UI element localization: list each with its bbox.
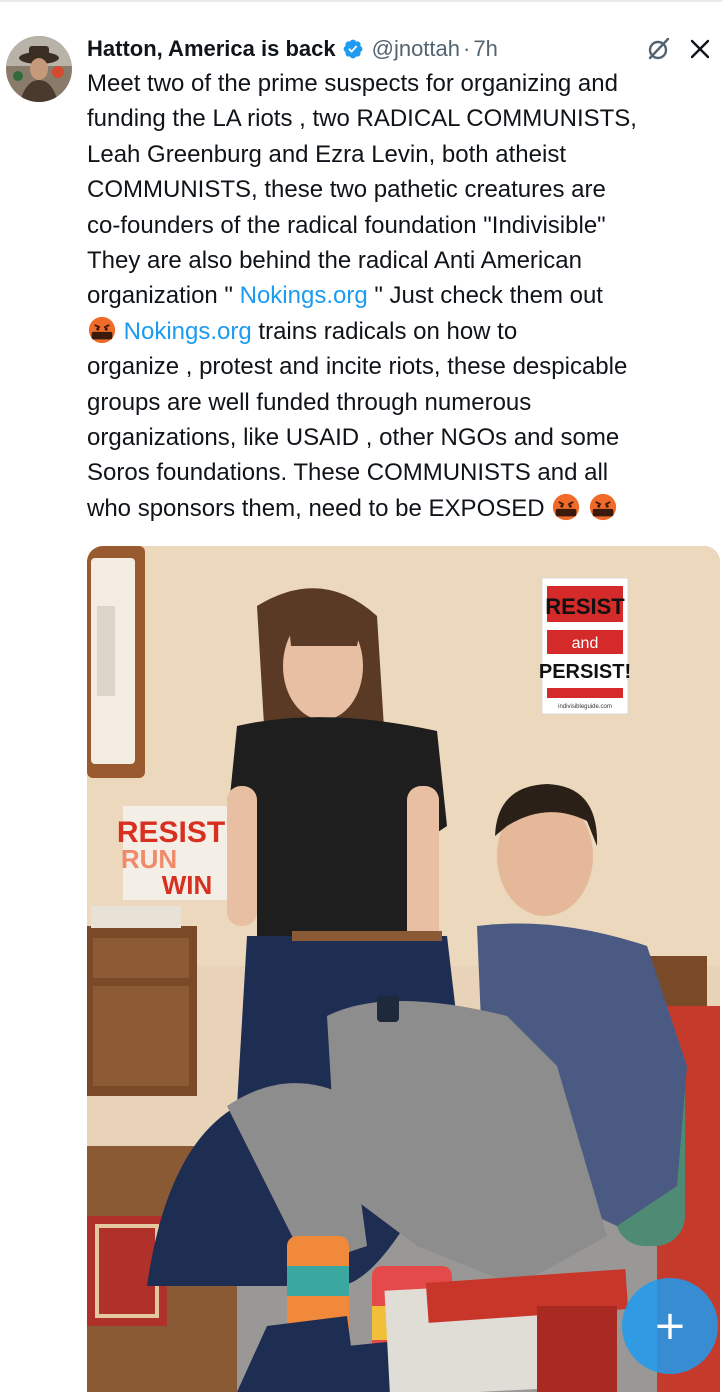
separator: · [463,36,471,61]
header-actions [646,36,712,62]
tweet-line: Leah Greenburg and Ezra Levin, both athe… [87,140,566,168]
tweet-header: Hatton, America is back @jnottah · 7h [87,34,712,64]
face-with-symbols-on-mouth-emoji [88,316,116,343]
tweet-line: Nokings.org trains radicals on how to [87,314,719,349]
handle-text: @jnottah [371,36,460,61]
timestamp[interactable]: 7h [473,36,497,61]
compose-plus-icon: + [653,1303,687,1349]
poster1-line3: PERSIST! [539,661,631,683]
photo-illustration: RESIST and PERSIST! indivisibleguide.com… [87,546,720,1392]
poster-resist-run-win: RESIST RUN WIN [117,806,237,900]
author-handle[interactable]: @jnottah · 7h [372,36,498,62]
poster-resist-and-persist: RESIST and PERSIST! indivisibleguide.com [539,577,631,715]
poster1-footer: indivisibleguide.com [558,704,612,710]
tweet-line: organizations, like USAID , other NGOs a… [87,423,620,451]
grok-icon[interactable] [646,36,672,62]
tweet-page: Hatton, America is back @jnottah · 7h Meet… [0,0,722,1392]
avatar[interactable] [6,36,72,102]
tweet-text-segment: " Just check them out [367,282,603,310]
tweet-text: Meet two of the prime suspects for organ… [87,66,719,526]
author-name[interactable]: Hatton, America is back [87,36,336,62]
poster2-line3: WIN [162,870,213,900]
close-icon[interactable] [688,37,712,61]
tweet-line: organization " Nokings.org " Just check … [87,278,719,313]
tweet-line: They are also behind the radical Anti Am… [87,246,582,274]
face-with-symbols-on-mouth-emoji [553,493,580,520]
tweet-line: Soros foundations. These COMMUNISTS and … [87,459,609,487]
tweet-text-segment: trains radicals on how to [251,317,518,345]
compose-button[interactable]: + [622,1278,718,1374]
tweet-line: COMMUNISTS, these two pathetic creatures… [87,176,606,204]
top-divider [0,0,722,2]
tweet-line: groups are well funded through numerous [87,388,532,416]
verified-badge-icon [343,39,363,59]
poster1-line2: and [572,635,599,652]
tweet-line: co-founders of the radical foundation "I… [87,211,606,239]
nokings-link[interactable]: Nokings.org [240,282,368,309]
tweet-line: funding the LA riots , two RADICAL COMMU… [87,105,637,133]
tweet-text-segment: who sponsors them, need to be EXPOSED [87,494,552,522]
tweet-text-segment: organization " [87,282,240,310]
nokings-link[interactable]: Nokings.org [124,318,252,345]
tweet-line: organize , protest and incite riots, the… [87,353,628,381]
tweet-photo[interactable]: RESIST and PERSIST! indivisibleguide.com… [87,546,720,1392]
poster1-line1: RESIST [545,594,625,619]
tweet-line: Meet two of the prime suspects for organ… [87,70,618,97]
tweet-line: who sponsors them, need to be EXPOSED [87,491,719,526]
face-with-symbols-on-mouth-emoji [589,493,617,520]
